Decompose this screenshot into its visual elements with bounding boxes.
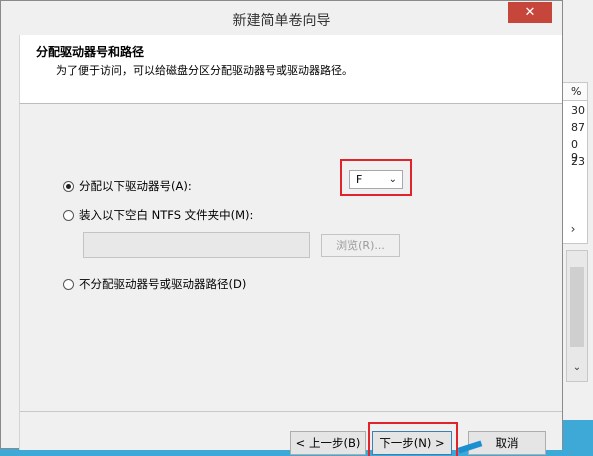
table-cell: 30 [571,104,585,117]
close-icon: ✕ [524,5,536,20]
radio-mount-folder[interactable] [63,209,74,221]
table-cell: 87 [571,121,585,134]
page-title: 分配驱动器号和路径 [36,45,145,59]
footer-divider [20,411,562,412]
no-assign-option[interactable]: 不分配驱动器号或驱动器路径(D) [63,276,246,292]
chevron-down-icon[interactable]: ⌄ [567,359,587,377]
mount-folder-label: 装入以下空白 NTFS 文件夹中(M): [79,208,254,222]
no-assign-label: 不分配驱动器号或驱动器路径(D) [79,277,247,291]
scrollbar-thumb[interactable] [570,267,584,347]
drive-letter-value: F [356,173,363,186]
browse-button[interactable]: 浏览(R)... [321,234,400,257]
wizard-body: 分配以下驱动器号(A): F ⌄ 装入以下空白 NTFS 文件夹中(M): 浏览… [19,104,562,456]
table-cell: 23 [571,155,585,168]
radio-assign-letter[interactable] [63,180,74,192]
chevron-right-icon[interactable]: › [560,219,586,239]
wizard-header: 分配驱动器号和路径 为了便于访问，可以给磁盘分区分配驱动器号或驱动器路径。 [19,35,562,104]
table-header: % [561,83,587,101]
back-button[interactable]: < 上一步(B) [290,431,366,455]
mount-folder-option[interactable]: 装入以下空白 NTFS 文件夹中(M): [63,207,253,223]
chevron-down-icon: ⌄ [388,174,397,185]
page-subtitle: 为了便于访问，可以给磁盘分区分配驱动器号或驱动器路径。 [56,64,353,77]
title-bar: 新建简单卷向导 ✕ [1,1,562,35]
assign-letter-option[interactable]: 分配以下驱动器号(A): [63,178,192,194]
close-button[interactable]: ✕ [508,2,552,23]
new-simple-volume-wizard: 新建简单卷向导 ✕ 分配驱动器号和路径 为了便于访问，可以给磁盘分区分配驱动器号… [0,0,563,456]
assign-letter-label: 分配以下驱动器号(A): [79,179,192,193]
radio-no-assign[interactable] [63,278,74,290]
folder-path-input[interactable] [83,232,310,258]
next-button[interactable]: 下一步(N) > [372,431,452,455]
window-title: 新建简单卷向导 [232,13,331,29]
vertical-scrollbar[interactable]: ⌄ [566,250,588,382]
drive-letter-dropdown[interactable]: F ⌄ [349,170,403,189]
